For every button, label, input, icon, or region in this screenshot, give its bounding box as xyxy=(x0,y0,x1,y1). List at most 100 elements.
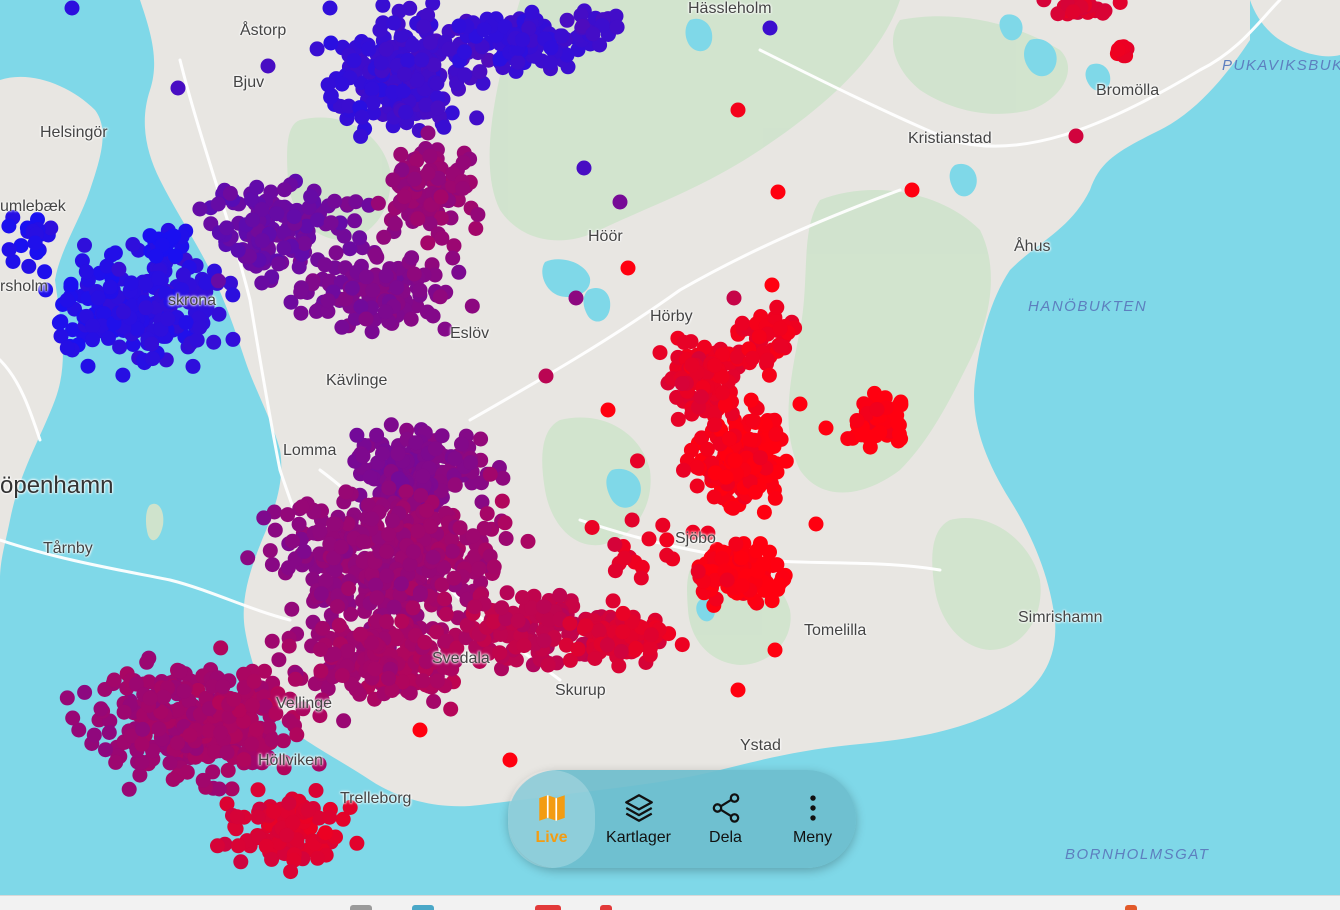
lightning-strike-marker xyxy=(497,515,513,531)
lightning-strike-marker xyxy=(250,782,266,798)
lightning-strike-marker xyxy=(745,413,761,429)
lightning-strike-marker xyxy=(455,181,471,196)
lightning-strike-marker xyxy=(358,269,374,285)
lightning-strike-marker xyxy=(342,800,358,815)
lightning-strike-marker xyxy=(769,557,785,573)
lightning-strike-marker xyxy=(515,590,530,605)
lightning-strike-marker xyxy=(1065,4,1081,20)
lightning-strike-marker xyxy=(162,755,178,771)
lightning-strike-marker xyxy=(676,334,692,350)
lightning-strike-marker xyxy=(387,216,403,232)
lightning-strike-marker xyxy=(472,654,488,669)
lightning-strike-marker xyxy=(415,468,431,484)
lightning-strike-marker xyxy=(633,570,649,586)
lightning-strike-marker xyxy=(93,701,109,717)
lightning-strike-marker xyxy=(402,557,418,573)
lightning-strike-marker xyxy=(312,708,328,724)
lightning-strike-marker xyxy=(219,220,235,236)
lightning-strike-marker xyxy=(676,462,691,478)
lightning-strike-marker xyxy=(404,250,420,266)
lightning-strike-marker xyxy=(554,28,570,44)
lightning-strike-marker xyxy=(138,300,154,316)
lightning-strike-marker xyxy=(422,148,438,164)
lightning-strike-marker xyxy=(413,488,429,503)
lightning-strike-marker xyxy=(699,441,715,457)
lightning-strike-marker xyxy=(767,642,783,658)
lightning-strike-marker xyxy=(210,838,225,854)
lightning-strike-marker xyxy=(192,201,208,217)
lightning-strike-marker xyxy=(59,690,75,706)
lightning-strike-marker xyxy=(344,280,360,296)
lightning-strike-marker xyxy=(759,352,775,368)
lightning-strike-marker xyxy=(381,526,397,542)
lightning-strike-marker xyxy=(269,206,285,222)
lightning-strike-marker xyxy=(322,0,338,16)
lightning-strike-marker xyxy=(352,230,368,246)
lightning-strike-marker xyxy=(436,591,452,607)
lightning-strike-marker xyxy=(447,477,463,493)
lightning-strike-marker xyxy=(156,689,172,705)
lightning-strike-marker xyxy=(700,525,716,541)
map-app: Hässleholm Åstorp Bjuv Helsingör umlebæk rsho… xyxy=(0,0,1340,910)
lightning-strike-marker xyxy=(260,58,276,74)
lightning-strike-marker xyxy=(310,850,326,866)
nav-kartlager-button[interactable]: Kartlager xyxy=(595,770,682,868)
lightning-strike-marker xyxy=(767,490,783,506)
lightning-strike-marker xyxy=(339,643,355,659)
lightning-strike-marker xyxy=(730,682,746,698)
layers-icon xyxy=(624,794,653,822)
lightning-strike-marker xyxy=(21,258,37,274)
lightning-strike-marker xyxy=(236,752,252,768)
lightning-strike-marker xyxy=(362,469,378,485)
lightning-strike-marker xyxy=(192,319,208,335)
lightning-strike-marker xyxy=(240,550,256,566)
lightning-strike-marker xyxy=(233,854,249,870)
lightning-strike-marker xyxy=(624,512,640,528)
lightning-strike-marker xyxy=(407,171,422,187)
lightning-strike-marker xyxy=(355,534,371,550)
lightning-strike-marker xyxy=(85,318,101,334)
lightning-strike-marker xyxy=(322,809,337,825)
lightning-strike-marker xyxy=(869,402,885,417)
lightning-strike-marker xyxy=(270,688,286,704)
lightning-strike-marker xyxy=(730,102,746,118)
lightning-strike-marker xyxy=(111,261,127,277)
lightning-strike-marker xyxy=(77,237,92,253)
lightning-strike-marker xyxy=(379,568,395,584)
lightning-strike-marker xyxy=(369,590,385,606)
lightning-strike-marker xyxy=(818,420,834,436)
lightning-strike-marker xyxy=(115,367,131,383)
lightning-strike-marker xyxy=(297,236,312,251)
lightning-strike-marker xyxy=(334,668,350,683)
lightning-strike-marker xyxy=(630,453,645,469)
lightning-strike-marker xyxy=(349,427,365,443)
lightning-strike-marker xyxy=(287,671,303,687)
lightning-strike-marker xyxy=(373,55,389,71)
lightning-strike-marker xyxy=(379,544,394,560)
nav-dela-button[interactable]: Dela xyxy=(682,770,769,868)
lightning-strike-marker xyxy=(398,104,414,120)
map-canvas[interactable] xyxy=(0,0,1340,895)
lightning-strike-marker xyxy=(182,727,198,743)
lightning-strike-marker xyxy=(706,489,722,505)
lightning-strike-marker xyxy=(165,772,181,787)
lightning-strike-marker xyxy=(258,838,274,854)
lightning-strike-marker xyxy=(762,20,778,36)
lightning-strike-marker xyxy=(276,760,292,776)
lightning-strike-marker xyxy=(725,500,741,516)
lightning-strike-marker xyxy=(429,673,445,689)
lightning-strike-marker xyxy=(108,754,124,770)
lightning-strike-marker xyxy=(641,531,657,547)
lightning-strike-marker xyxy=(587,651,603,666)
lightning-strike-marker xyxy=(437,321,453,337)
lightning-strike-marker xyxy=(179,764,195,780)
lightning-strike-marker xyxy=(314,692,330,708)
lightning-strike-marker xyxy=(446,570,462,586)
nav-live-button[interactable]: Live xyxy=(508,770,595,868)
lightning-strike-marker xyxy=(323,215,339,231)
nav-meny-button[interactable]: Meny xyxy=(769,770,856,868)
lightning-strike-marker xyxy=(106,672,122,688)
lightning-strike-marker xyxy=(98,742,113,758)
lightning-strike-marker xyxy=(59,292,75,308)
lightning-strike-marker xyxy=(520,533,536,549)
